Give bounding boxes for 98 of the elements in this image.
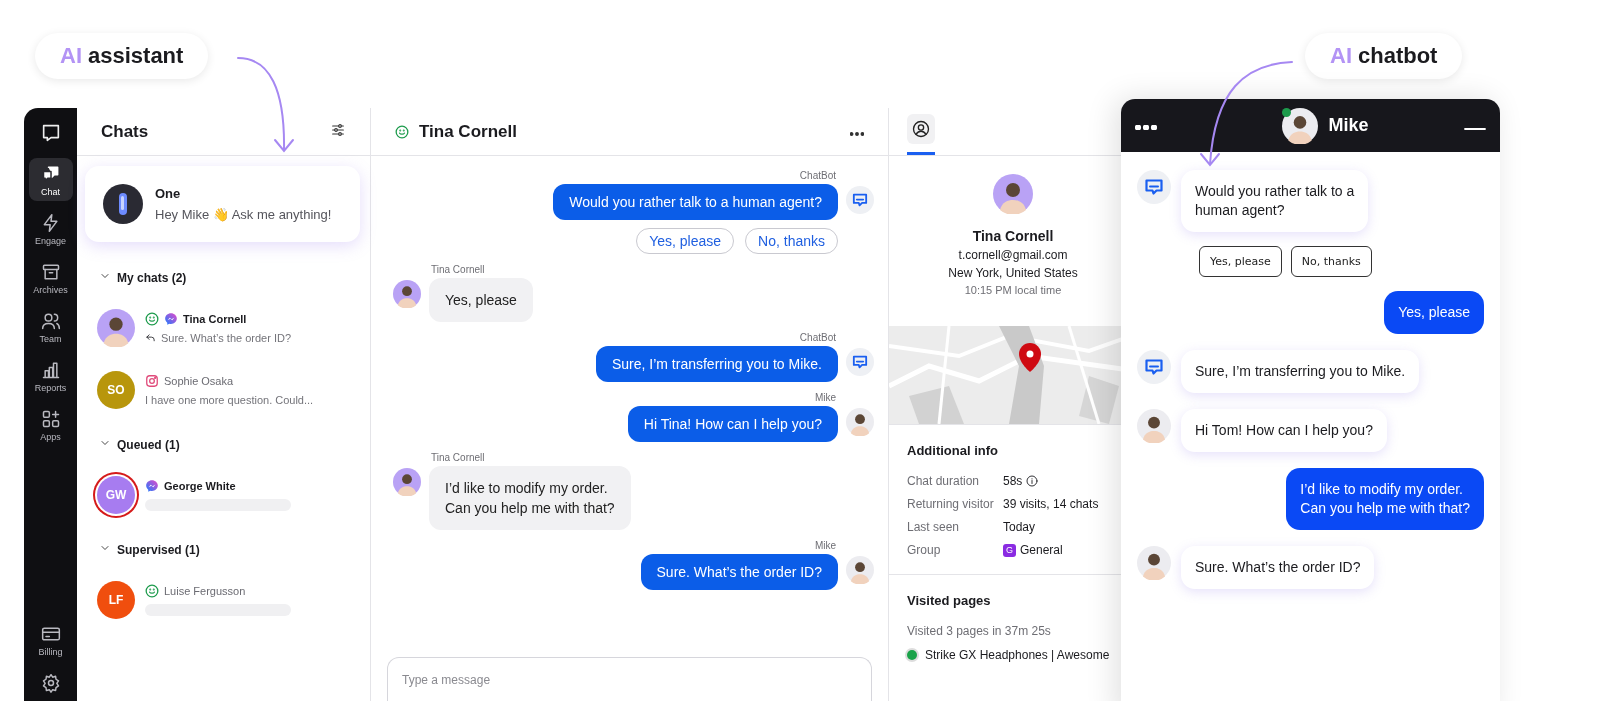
person-avatar [1137, 409, 1171, 443]
message-bubble: I’d like to modify my order. Can you help me with that? [1286, 468, 1484, 530]
sliders-icon [330, 122, 346, 138]
section-title: My chats (2) [117, 270, 187, 285]
quick-reply-button[interactable]: Yes, please [1199, 246, 1282, 277]
messenger-icon [145, 479, 159, 493]
initials-avatar: GW [97, 476, 135, 514]
minimize-icon [1464, 128, 1486, 130]
callout-text: chatbot [1358, 43, 1438, 69]
credit-card-icon [40, 624, 61, 644]
archive-box-icon [40, 262, 61, 282]
more-dots-icon [1135, 125, 1157, 130]
apps-grid-icon [40, 409, 61, 429]
initials-avatar: SO [97, 371, 135, 409]
assistant-orb-icon [103, 184, 143, 224]
assistant-card[interactable]: One Hey Mike 👋 Ask me anything! [85, 166, 360, 242]
messenger-icon [164, 312, 178, 326]
info-value: Today [1003, 520, 1036, 534]
person-avatar [393, 280, 421, 308]
panel-title: Chats [101, 121, 149, 142]
callout-text: assistant [88, 43, 184, 69]
quick-reply-button[interactable]: No, thanks [1290, 246, 1372, 277]
info-value: 39 visits, 14 chats [1003, 497, 1099, 511]
message-bubble: Yes, please [429, 278, 533, 322]
team-icon [40, 311, 61, 331]
person-avatar [846, 408, 874, 436]
contact-title: Tina Cornell [419, 121, 517, 142]
person-avatar [1137, 546, 1171, 580]
contact-name[interactable]: Tina Cornell [183, 313, 247, 325]
user-circle-icon [912, 120, 930, 138]
profile-email: t.cornell@gmail.com [958, 248, 1068, 262]
message-author: ChatBot [798, 332, 837, 343]
nav-item[interactable]: Apps [28, 403, 73, 446]
section-heading: Additional info [907, 443, 999, 458]
person-avatar [993, 174, 1033, 214]
assistant-greeting: Hey Mike 👋 Ask me anything! [155, 207, 332, 222]
person-avatar [393, 468, 421, 496]
section-title: Queued (1) [117, 437, 180, 452]
nav-item[interactable]: Chat [28, 158, 73, 201]
chatbot-icon [846, 186, 874, 214]
message-preview: Sure. What’s the order ID? [161, 332, 292, 344]
info-label: Last seen [907, 520, 961, 534]
section-title: Supervised (1) [117, 542, 200, 557]
bar-chart-icon [40, 360, 61, 380]
message-bubble: Sure. What’s the order ID? [1181, 546, 1375, 589]
person-avatar [846, 556, 874, 584]
contact-name[interactable]: Sophie Osaka [164, 375, 234, 387]
nav-item[interactable]: Reports [28, 354, 73, 397]
settings-icon [40, 673, 61, 693]
info-value: General [1020, 543, 1063, 557]
message-bubble: Sure, I’m transferring you to Mike. [595, 346, 838, 382]
quick-reply-button[interactable]: Yes, please [636, 228, 735, 254]
info-label: Group [907, 543, 942, 557]
contact-name[interactable]: Luise Fergusson [164, 585, 246, 597]
more-dots-icon [850, 132, 864, 136]
nav-item[interactable]: Archives [28, 256, 73, 299]
assistant-name: One [155, 186, 182, 201]
group-badge: G [1003, 543, 1016, 557]
message-bubble: Hi Tina! How can I help you? [627, 406, 838, 442]
chatbot-icon [1137, 170, 1171, 204]
message-bubble: Sure, I’m transferring you to Mike. [1181, 350, 1420, 393]
person-avatar [97, 309, 135, 347]
message-bubble: Would you rather talk to a human agent? [553, 184, 838, 220]
message-author: Mike [813, 392, 837, 403]
contact-name[interactable]: George White [164, 480, 236, 492]
visited-summary: Visited 3 pages in 37m 25s [907, 624, 1052, 638]
message-bubble: Hi Tom! How can I help you? [1181, 409, 1387, 452]
info-value: 58s [1003, 474, 1023, 488]
nav-item[interactable]: Engage [28, 207, 73, 250]
message-bubble: Would you rather talk to a human agent? [1181, 170, 1369, 232]
chatbot-icon [1137, 350, 1171, 384]
quick-reply-button[interactable]: No, thanks [745, 228, 838, 254]
status-dot [907, 650, 917, 660]
person-avatar [1282, 107, 1319, 144]
page-title[interactable]: Strike GX Headphones | Awesome [925, 648, 1110, 662]
message-author: Mike [813, 540, 837, 551]
message-bubble: Sure. What’s the order ID? [640, 554, 838, 590]
info-label: Returning visitor [907, 497, 995, 511]
message-bubble: I’d like to modify my order. Can you help me with that? [429, 466, 631, 530]
profile-name: Tina Cornell [972, 228, 1054, 244]
agent-name: Mike [1328, 115, 1369, 136]
chatbot-icon [846, 348, 874, 376]
instagram-icon [145, 374, 159, 388]
nav-item[interactable]: Billing [28, 618, 73, 661]
callout-accent: AI [60, 43, 82, 69]
profile-local-time: 10:15 PM local time [964, 284, 1062, 296]
initials-avatar: LF [97, 581, 135, 619]
message-preview: I have one more question. Could... [145, 394, 314, 406]
callout-accent: AI [1330, 43, 1352, 69]
message-author: ChatBot [798, 170, 837, 181]
message-author: Tina Cornell [430, 452, 486, 463]
nav-item[interactable]: Team [28, 305, 73, 348]
info-label: Chat duration [907, 474, 981, 488]
section-heading: Visited pages [907, 593, 992, 608]
message-bubble: Yes, please [1384, 291, 1484, 334]
message-author: Tina Cornell [430, 264, 486, 275]
message-input[interactable]: Type a message [387, 657, 872, 701]
profile-location: New York, United States [948, 266, 1078, 280]
